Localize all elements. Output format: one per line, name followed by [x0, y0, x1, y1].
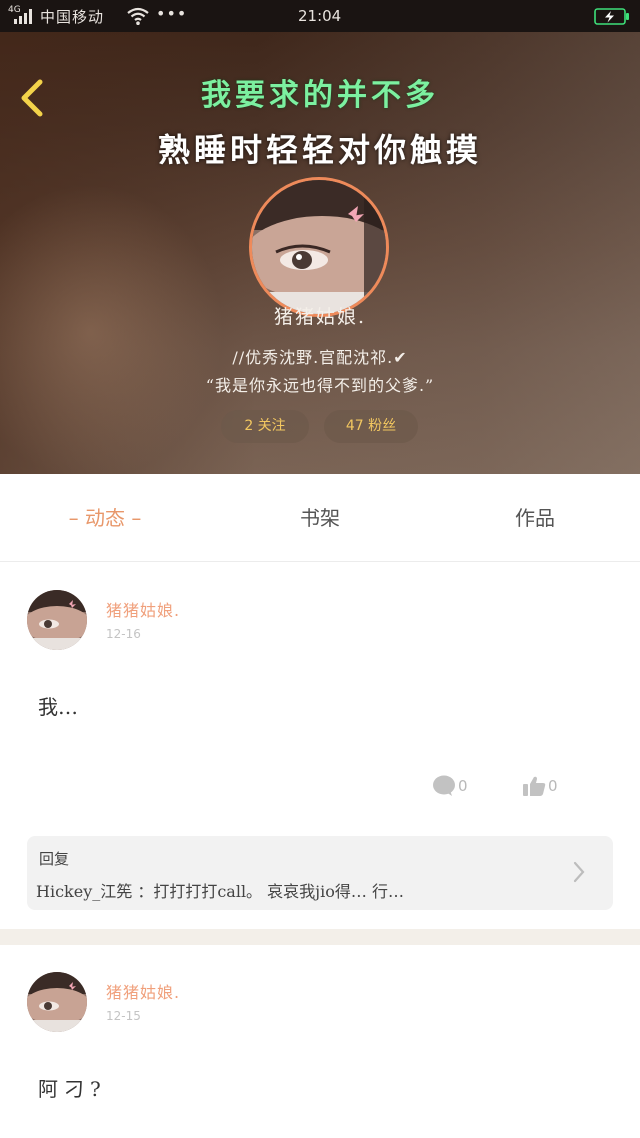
chevron-right-icon [573, 861, 585, 883]
battery-charging-icon [594, 8, 629, 25]
profile-bio-line-2: “我是你永远也得不到的父爹.” [205, 376, 435, 395]
reply-text: Hickey_江筅 ：打打打打call。 哀哀我jio得… 行… [36, 882, 404, 901]
post-content[interactable]: 阿刁? [38, 1073, 107, 1102]
following-count-button[interactable]: 2 关注 [221, 410, 309, 443]
post-author-name[interactable]: 猪猪姑娘. [106, 597, 180, 621]
profile-tabs: – 动态 – 书架 作品 [0, 474, 640, 562]
tab-dynamic[interactable]: – 动态 – [30, 474, 180, 562]
tab-bookshelf[interactable]: 书架 [240, 474, 400, 562]
post-divider [0, 929, 640, 945]
header-title-line-1: 我要求的并不多 [201, 78, 439, 113]
feed-post: 猪猪姑娘. 12-15 阿刁? [0, 945, 640, 1138]
profile-bio-line-1: //优秀沈野.官配沈祁.✔ [232, 348, 408, 367]
post-date: 12-15 [106, 1009, 141, 1023]
profile-username: 猪猪姑娘. [273, 306, 367, 328]
post-author-name[interactable]: 猪猪姑娘. [106, 979, 180, 1003]
profile-header: 我要求的并不多 熟睡时轻轻对你触摸 猪猪姑娘. //优秀沈野.官配沈祁.✔ “我… [0, 32, 640, 474]
post-author-avatar[interactable] [27, 972, 87, 1032]
like-count: 0 [548, 777, 558, 795]
status-bar: 4G 中国移动 ••• 21:04 [0, 0, 640, 32]
comment-bubble-icon [433, 775, 455, 796]
avatar-image [27, 590, 87, 650]
wifi-icon [127, 7, 149, 25]
avatar-image [252, 180, 386, 314]
carrier-name: 中国移动 [40, 8, 105, 26]
like-button[interactable]: 0 [522, 775, 582, 799]
comment-count: 0 [458, 777, 468, 795]
more-dots: ••• [156, 4, 188, 23]
clock: 21:04 [298, 7, 342, 25]
fans-count-button[interactable]: 47 粉丝 [324, 410, 418, 443]
comment-button[interactable]: 0 [432, 775, 492, 799]
profile-avatar[interactable] [249, 177, 389, 317]
avatar-image [27, 972, 87, 1032]
post-author-avatar[interactable] [27, 590, 87, 650]
signal-icon [14, 8, 34, 24]
header-title-line-2: 熟睡时轻轻对你触摸 [157, 131, 482, 169]
profile-page: 4G 中国移动 ••• 21:04 我要求的并不多 熟睡时轻轻对你触摸 猪猪姑娘… [0, 0, 640, 1138]
post-date: 12-16 [106, 627, 141, 641]
tab-works[interactable]: 作品 [460, 474, 610, 562]
thumbs-up-icon [523, 776, 546, 796]
reply-title: 回复 [39, 850, 70, 868]
reply-preview[interactable]: 回复 Hickey_江筅 ：打打打打call。 哀哀我jio得… 行… [27, 836, 613, 910]
feed-post: 猪猪姑娘. 12-16 我… 0 0 回复 Hickey_江筅 ：打打打打cal… [0, 563, 640, 929]
post-content[interactable]: 我… [38, 691, 78, 720]
